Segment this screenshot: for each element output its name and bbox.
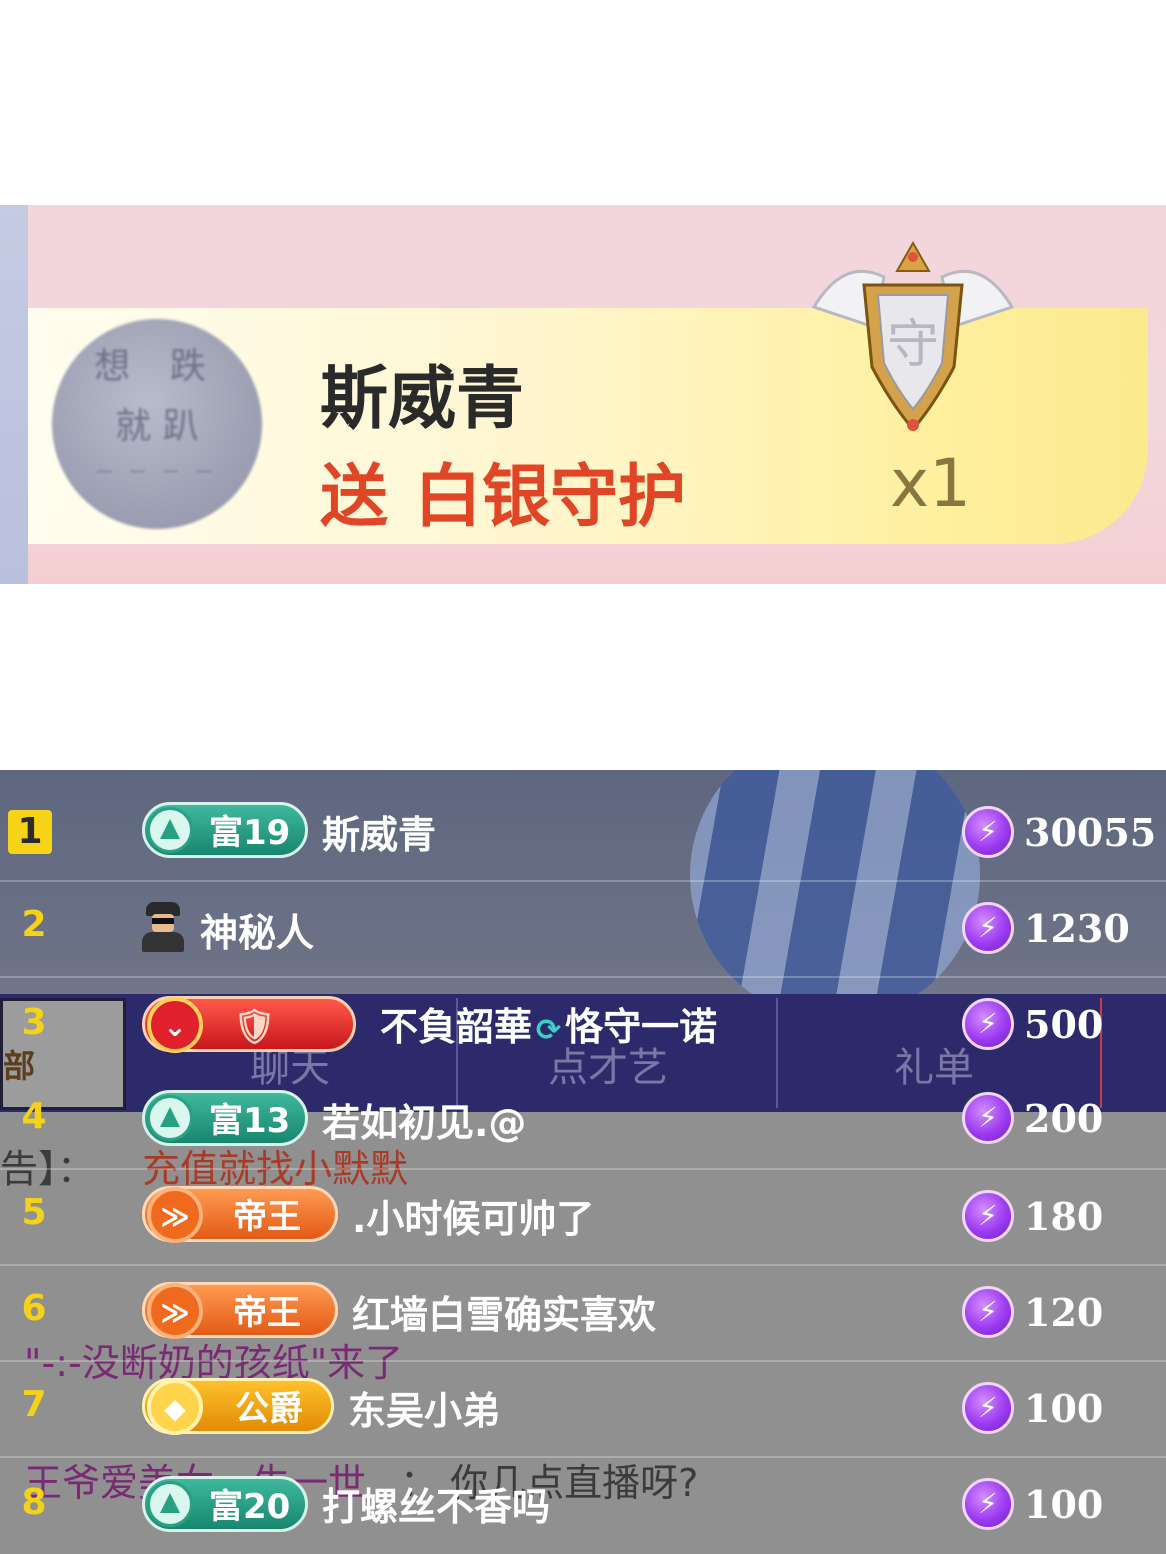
user-name[interactable]: 斯威青 [322, 804, 436, 859]
lightning-coin-icon [962, 998, 1014, 1050]
sender-avatar[interactable]: 想 跌 就 趴 — — — — [52, 319, 262, 529]
lightning-coin-icon [962, 1092, 1014, 1144]
diamond-icon: ◆ [147, 1379, 203, 1435]
silver-guard-shield-icon: 守 [804, 237, 1022, 437]
gift-score: 1230 [1024, 906, 1130, 951]
chevron-down-icon: ⌄ [147, 997, 203, 1053]
row-divider [0, 1264, 1166, 1266]
lightning-coin-icon [962, 1286, 1014, 1338]
rank-number: 6 [21, 1288, 47, 1329]
rank-number: 5 [21, 1192, 47, 1233]
avatar-text-3: — — — — [96, 461, 218, 480]
guard-badge: ⌄ 🛡 [142, 996, 356, 1053]
user-name[interactable]: 东吴小弟 [348, 1380, 500, 1435]
link-icon: ⟳ [536, 1013, 562, 1048]
rank-number: 3 [21, 1002, 47, 1043]
gift-banner: 想 跌 就 趴 — — — — 斯威青 送白银守护 x1 守 [0, 205, 1166, 584]
user-name[interactable]: 红墙白雪确实喜欢 [352, 1284, 656, 1339]
rank-number: 4 [21, 1096, 47, 1137]
gift-score: 100 [1024, 1482, 1104, 1527]
avatar-text-2: 就 趴 [115, 406, 199, 447]
badge-label: 富13 [209, 1101, 291, 1141]
notice-prefix: 告】： [0, 1147, 96, 1191]
gift-score: 30055 [1024, 810, 1157, 855]
gift-score: 500 [1024, 1002, 1104, 1047]
tab-gift-list[interactable]: 礼单 [894, 1035, 974, 1093]
lightning-coin-icon [962, 1190, 1014, 1242]
avatar-text-1: 想 跌 [94, 346, 220, 387]
gift-score: 100 [1024, 1386, 1104, 1431]
gift-line: 送白银守护 [320, 441, 712, 540]
chat-left-tab-label: 部 [3, 1047, 36, 1085]
rank-number: 1 [8, 810, 52, 854]
gift-action: 送 [320, 458, 389, 537]
chevron-down-icon: ≫ [147, 1187, 203, 1243]
rich-level-icon [147, 807, 193, 853]
emperor-badge: ≫ 帝王 [142, 1186, 338, 1243]
hot-air-balloon-background [690, 770, 980, 1020]
lightning-coin-icon [962, 902, 1014, 954]
gift-score: 120 [1024, 1290, 1104, 1335]
row-divider [0, 1168, 1166, 1170]
gift-count: x1 [890, 445, 972, 522]
shield-glyph: 守 [887, 315, 939, 375]
lightning-coin-icon [962, 1382, 1014, 1434]
rich-level-icon [147, 1095, 193, 1141]
user-name[interactable]: 不負韶華 ⟳ 恪守一诺 [380, 996, 717, 1051]
user-name[interactable]: 神秘人 [200, 902, 314, 957]
badge-label: 帝王 [233, 1293, 301, 1333]
spy-icon [140, 902, 186, 952]
badge-label: 富20 [209, 1487, 291, 1527]
user-name[interactable]: 若如初见.@ [322, 1092, 526, 1147]
row-divider [0, 976, 1166, 978]
row-divider [0, 1456, 1166, 1458]
user-name[interactable]: 打螺丝不香吗 [322, 1476, 550, 1531]
sender-name: 斯威青 [320, 360, 525, 439]
gift-leaderboard: 部 聊天 点才艺 礼单 告】： 充值就找小默默 "-:-没断奶的孩纸"来了 王爷… [0, 770, 1166, 1554]
row-divider [0, 880, 1166, 882]
gift-score: 200 [1024, 1096, 1104, 1141]
rank-number: 7 [21, 1384, 47, 1425]
badge-label: 帝王 [233, 1197, 301, 1237]
rich-level-badge: 富19 [142, 802, 308, 858]
user-name-part: 不負韶華 [380, 1005, 533, 1049]
tab-divider [776, 998, 778, 1108]
lightning-coin-icon [962, 1478, 1014, 1530]
duke-badge: ◆ 公爵 [142, 1378, 334, 1435]
chat-left-tab[interactable]: 部 [0, 998, 126, 1110]
rich-level-badge: 富13 [142, 1090, 308, 1146]
rich-level-icon [147, 1481, 193, 1527]
row-divider [0, 1360, 1166, 1362]
emperor-badge: ≫ 帝王 [142, 1282, 338, 1339]
rank-number: 8 [21, 1482, 47, 1523]
rich-level-badge: 富20 [142, 1476, 308, 1532]
gift-name: 白银守护 [414, 458, 687, 537]
gift-score: 180 [1024, 1194, 1104, 1239]
user-name[interactable]: .小时候可帅了 [352, 1188, 594, 1243]
banner-edge [0, 205, 28, 584]
badge-label: 公爵 [235, 1389, 303, 1429]
chevron-down-icon: ≫ [147, 1283, 203, 1339]
badge-label: 🛡 [233, 1007, 277, 1047]
rank-number: 2 [21, 904, 47, 945]
lightning-coin-icon [962, 806, 1014, 858]
badge-label: 富19 [209, 813, 291, 853]
user-name-part: 恪守一诺 [565, 1005, 718, 1049]
